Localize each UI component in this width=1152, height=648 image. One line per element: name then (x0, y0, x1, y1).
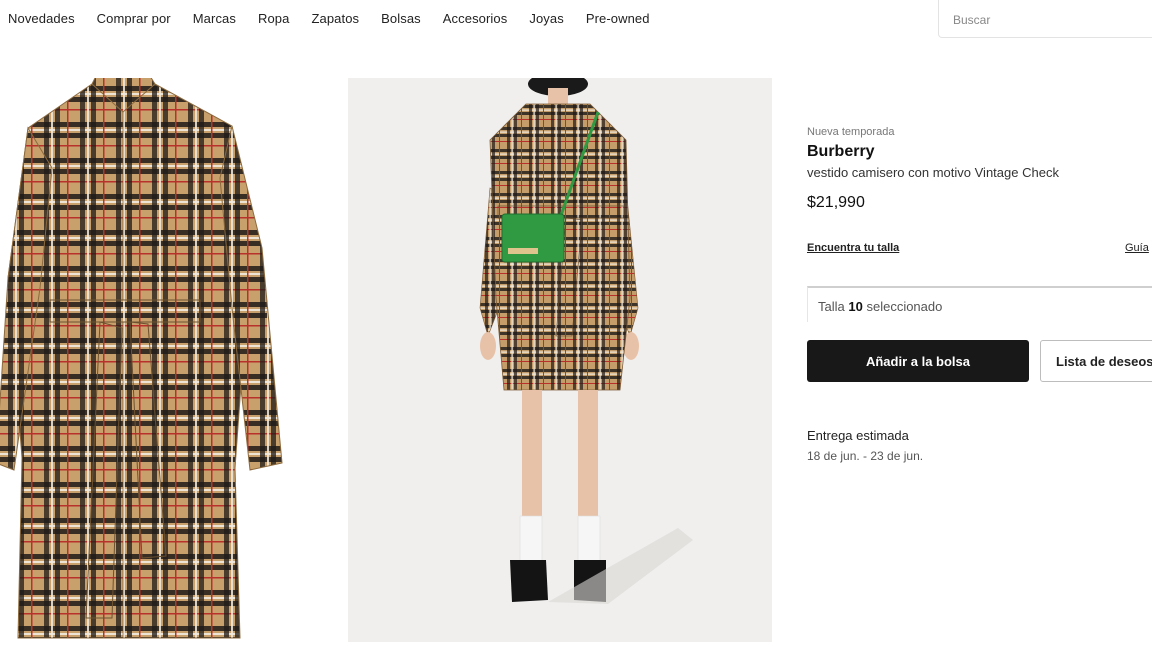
dress-flat-illustration (0, 78, 283, 639)
size-guide-link[interactable]: Guía (1125, 242, 1149, 254)
season-label: Nueva temporada (807, 126, 895, 138)
delivery-estimate: Entrega estimada 18 de jun. - 23 de jun. (807, 428, 923, 463)
product-description: vestido camisero con motivo Vintage Chec… (807, 165, 1059, 180)
size-selected-label: Talla 10 seleccionado (818, 299, 942, 314)
model-illustration (479, 78, 693, 604)
nav-item-accesorios[interactable]: Accesorios (443, 11, 508, 26)
nav-item-ropa[interactable]: Ropa (258, 11, 289, 26)
nav-item-comprar-por[interactable]: Comprar por (97, 11, 171, 26)
add-to-bag-button[interactable]: Añadir a la bolsa (807, 340, 1029, 382)
size-prefix: Talla (818, 299, 845, 314)
product-price: $21,990 (807, 194, 865, 211)
find-size-link[interactable]: Encuentra tu talla (807, 242, 899, 254)
size-links-row: Encuentra tu talla Guía (807, 242, 1152, 260)
search-input[interactable] (951, 12, 1145, 28)
size-suffix: seleccionado (866, 299, 943, 314)
size-value: 10 (848, 299, 863, 314)
product-page: Novedades Comprar por Marcas Ropa Zapato… (0, 0, 1152, 648)
product-info: Nueva temporada Burberry vestido camiser… (807, 126, 1152, 463)
top-nav: Novedades Comprar por Marcas Ropa Zapato… (8, 11, 650, 26)
product-image-model[interactable] (348, 78, 772, 642)
product-image-flat[interactable] (0, 78, 300, 648)
nav-item-marcas[interactable]: Marcas (193, 11, 236, 26)
delivery-dates: 18 de jun. - 23 de jun. (807, 449, 924, 463)
delivery-title: Entrega estimada (807, 428, 909, 443)
wishlist-button[interactable]: Lista de deseos (1040, 340, 1152, 382)
brand-name[interactable]: Burberry (807, 143, 1152, 161)
nav-item-bolsas[interactable]: Bolsas (381, 11, 421, 26)
nav-item-pre-owned[interactable]: Pre-owned (586, 11, 650, 26)
size-selector[interactable]: Talla 10 seleccionado (807, 286, 1152, 322)
search-box (938, 0, 1152, 38)
nav-item-novedades[interactable]: Novedades (8, 11, 75, 26)
nav-item-zapatos[interactable]: Zapatos (311, 11, 359, 26)
nav-item-joyas[interactable]: Joyas (529, 11, 563, 26)
